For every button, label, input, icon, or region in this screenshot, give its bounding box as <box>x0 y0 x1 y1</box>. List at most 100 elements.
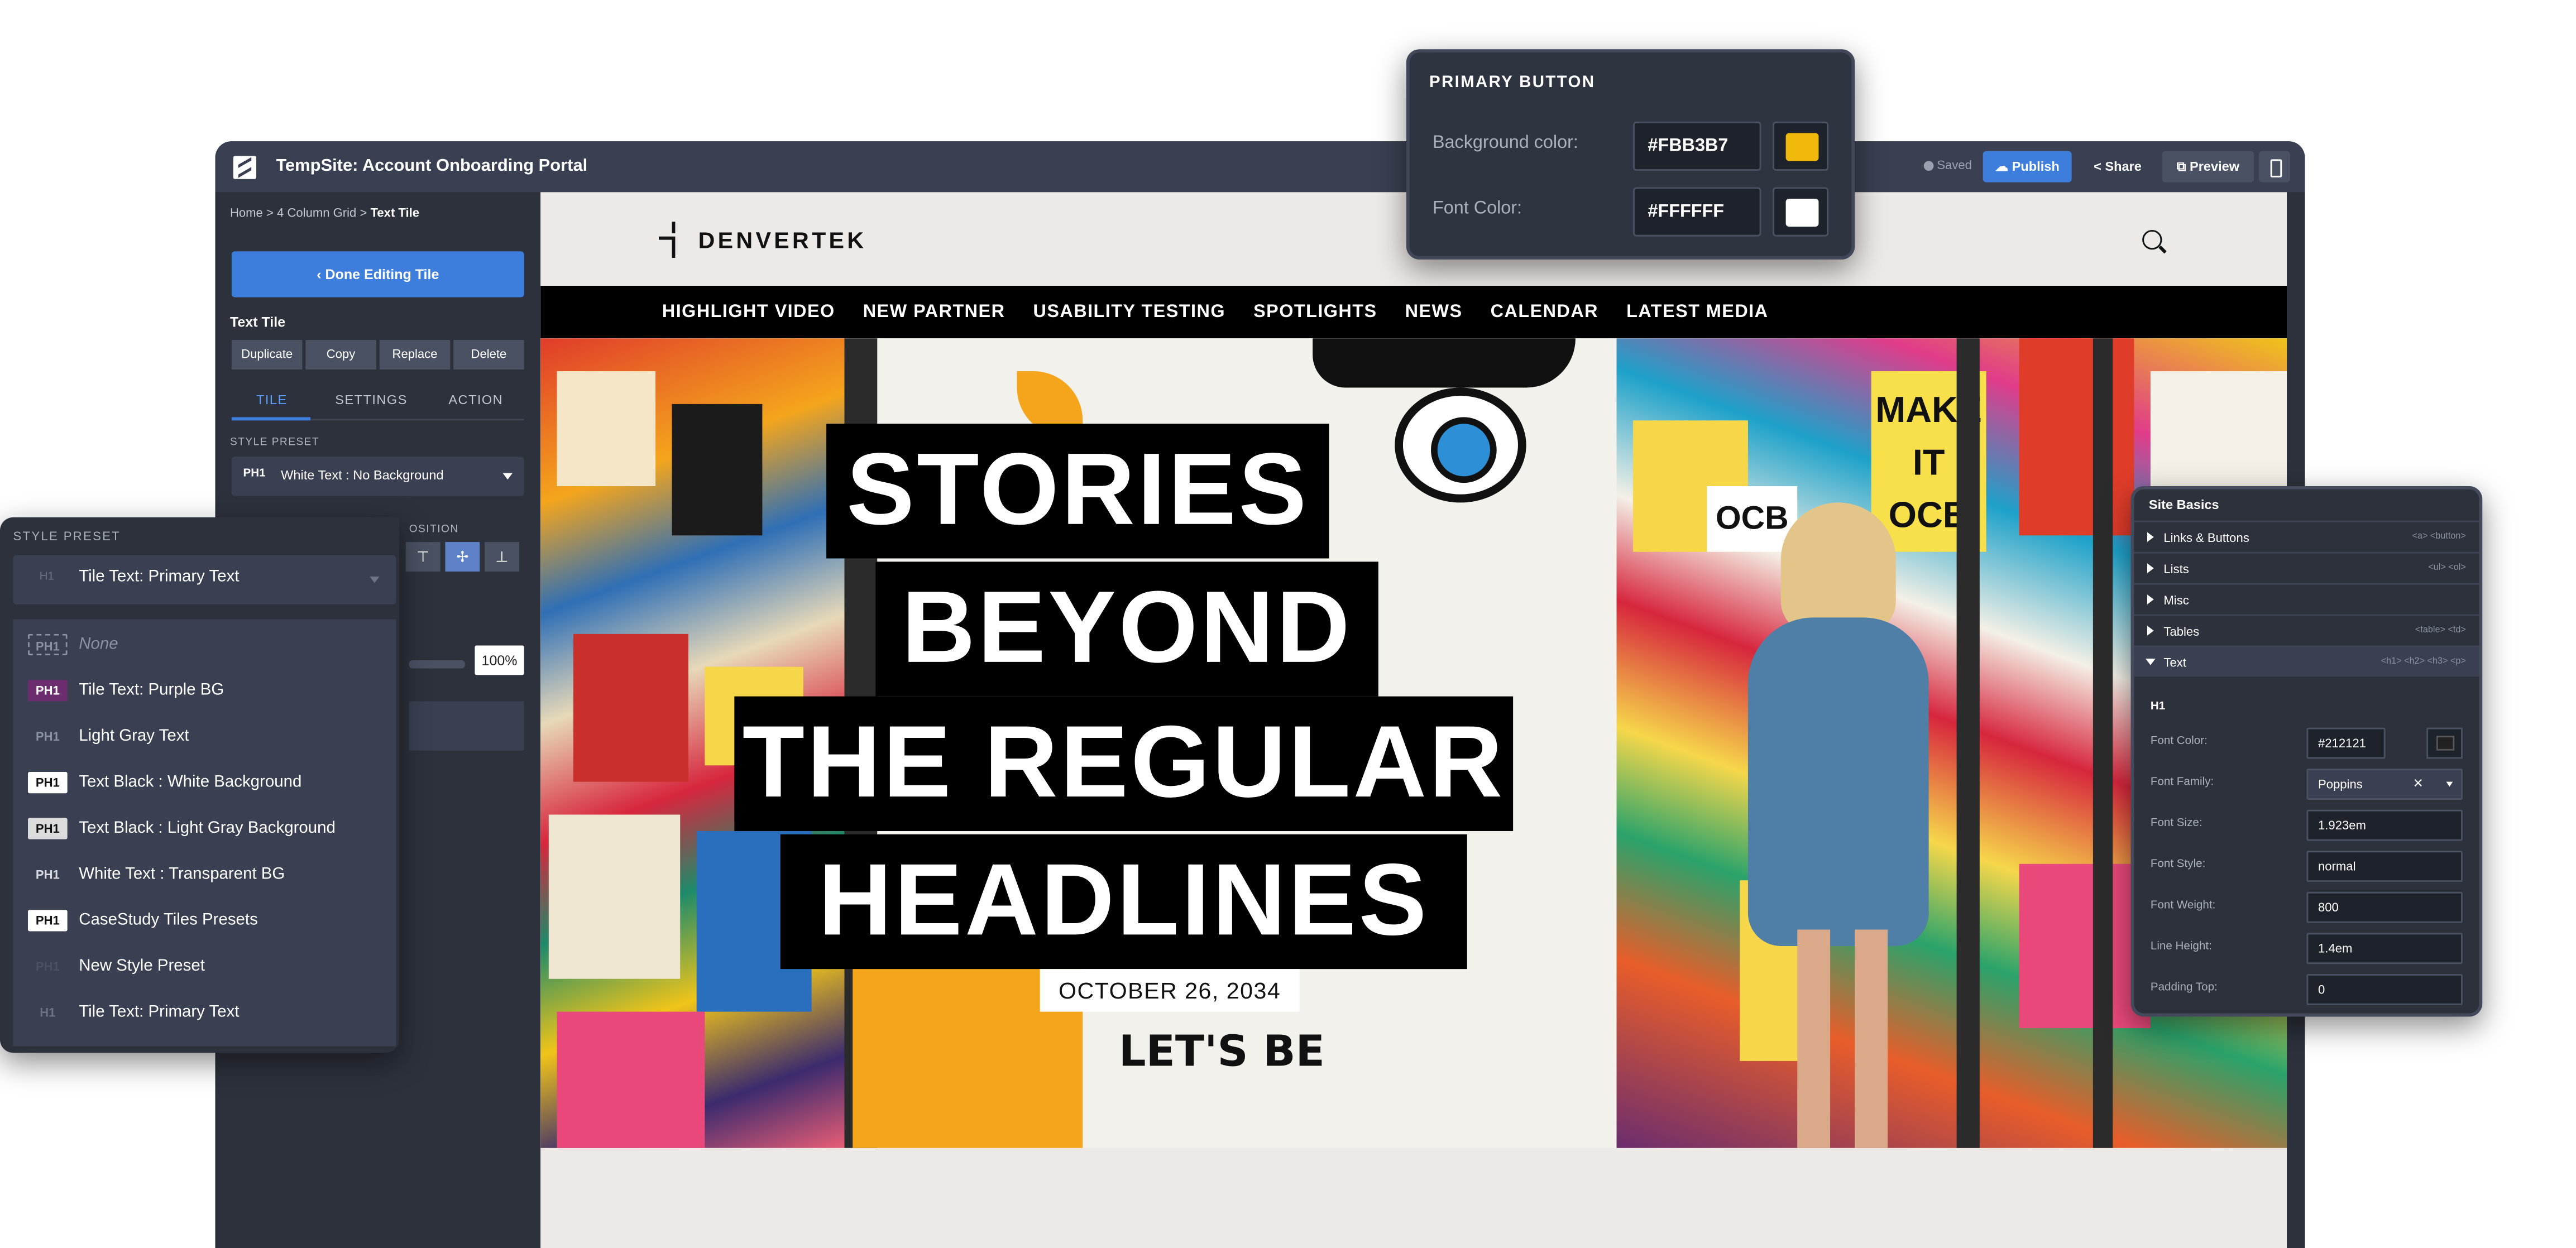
section-name: Tables <box>2163 624 2200 639</box>
padding-top-input[interactable]: 0 <box>2306 973 2463 1005</box>
bg-color-swatch[interactable] <box>1773 121 1829 171</box>
caret-right-icon <box>2147 594 2154 604</box>
section-row[interactable]: Links & Buttons <a> <button> <box>2134 520 2479 552</box>
preset-option-label: None <box>79 635 118 654</box>
sidebar-tabs: TILE SETTINGS ACTION <box>231 381 524 421</box>
breadcrumb-home[interactable]: Home <box>230 205 263 220</box>
delete-button[interactable]: Delete <box>453 340 524 370</box>
font-style-input[interactable]: normal <box>2306 851 2463 882</box>
align-bottom-icon[interactable]: ⊥ <box>485 542 519 572</box>
poster <box>2019 338 2134 536</box>
width-input[interactable]: 100% <box>475 645 524 675</box>
tab-action[interactable]: ACTION <box>448 392 503 407</box>
width-slider[interactable] <box>409 660 465 669</box>
section-row[interactable]: Lists <ul> <ol> <box>2134 551 2479 583</box>
section-row[interactable]: Misc <box>2134 583 2479 615</box>
panel-title: PRIMARY BUTTON <box>1429 74 1596 92</box>
poster <box>557 371 656 487</box>
font-family-select[interactable]: Poppins × <box>2306 769 2463 800</box>
person-leg <box>1797 929 1831 1148</box>
style-preset-select[interactable]: PH1 White Text : No Background <box>231 457 524 496</box>
align-top-icon[interactable]: ⊤ <box>405 542 440 572</box>
replace-button[interactable]: Replace <box>379 340 451 370</box>
line-height-input[interactable]: 1.4em <box>2306 933 2463 964</box>
preset-option[interactable]: PH1 White Text : Transparent BG <box>13 852 396 898</box>
site-preview: DENVERTEK HIGHLIGHT VIDEO NEW PARTNER US… <box>540 192 2287 1248</box>
nav-news[interactable]: NEWS <box>1405 286 1463 338</box>
font-size-label: Font Size: <box>2150 818 2202 830</box>
align-middle-icon[interactable]: ✢ <box>445 542 480 572</box>
nav-latest-media[interactable]: LATEST MEDIA <box>1626 286 1768 338</box>
app-logo-icon <box>233 156 257 179</box>
preset-option[interactable]: H1 Tile Text: Primary Text <box>13 990 396 1036</box>
style-preset-select[interactable]: H1 Tile Text: Primary Text <box>13 555 396 604</box>
nav-new-partner[interactable]: NEW PARTNER <box>863 286 1005 338</box>
clear-icon[interactable]: × <box>2414 770 2423 798</box>
saved-status: Saved <box>1923 157 1972 172</box>
preset-badge: PH1 <box>28 633 68 656</box>
preset-option[interactable]: PH1 Text Black : Light Gray Background <box>13 807 396 852</box>
mural-text: LET'S BE <box>1118 1028 1325 1078</box>
font-weight-input[interactable]: 800 <box>2306 891 2463 923</box>
preset-option[interactable]: PH1 Text Black : White Background <box>13 760 396 806</box>
pole <box>2093 338 2113 1148</box>
bg-color-input[interactable]: #FBB3B7 <box>1632 121 1761 171</box>
preset-option[interactable]: PH1 Light Gray Text <box>13 714 396 760</box>
section-tags: <a> <button> <box>2412 532 2466 543</box>
preset-option[interactable]: PH1 CaseStudy Tiles Presets <box>13 899 396 944</box>
tile-title: Text Tile <box>229 314 286 330</box>
font-color-swatch[interactable] <box>2426 727 2463 759</box>
nav-spotlights[interactable]: SPOTLIGHTS <box>1253 286 1377 338</box>
publish-label: Publish <box>2012 159 2060 174</box>
mobile-view-icon[interactable] <box>2259 151 2290 183</box>
nav-highlight-video[interactable]: HIGHLIGHT VIDEO <box>662 286 835 338</box>
preset-option[interactable]: PH1 None <box>13 622 396 668</box>
preview-button[interactable]: ⧉ Preview <box>2162 151 2254 183</box>
preset-badge: PH1 <box>243 468 266 480</box>
section-tags: <ul> <ol> <box>2428 563 2466 573</box>
font-color-label: Font Color: <box>2150 736 2208 747</box>
headline-line-3: THE REGULAR <box>734 696 1514 831</box>
font-color-swatch[interactable] <box>1773 187 1829 237</box>
duplicate-button[interactable]: Duplicate <box>231 340 303 370</box>
preset-option[interactable]: PH1 Tile Text: Purple BG <box>13 669 396 714</box>
preset-badge: H1 <box>40 1005 56 1020</box>
tab-settings[interactable]: SETTINGS <box>335 392 408 407</box>
font-size-input[interactable]: 1.923em <box>2306 809 2463 841</box>
share-label: Share <box>2105 159 2142 174</box>
font-family-label: Font Family: <box>2150 776 2214 789</box>
search-icon[interactable] <box>2142 229 2162 250</box>
swatch-fill <box>2436 736 2455 751</box>
copy-button[interactable]: Copy <box>305 340 376 370</box>
publish-button[interactable]: ☁ Publish <box>1983 151 2072 183</box>
nav-usability-testing[interactable]: USABILITY TESTING <box>1033 286 1225 338</box>
position-label: OSITION <box>409 524 459 536</box>
preset-option-label: Tile Text: Primary Text <box>79 1003 240 1022</box>
tab-tile[interactable]: TILE <box>256 392 288 407</box>
preview-label: Preview <box>2190 159 2240 174</box>
h1-label: H1 <box>2150 701 2166 713</box>
done-editing-button[interactable]: ‹ Done Editing Tile <box>231 251 524 297</box>
active-tab-indicator <box>231 417 311 421</box>
section-row[interactable]: Tables <table> <td> <box>2134 614 2479 646</box>
preset-options-list: PH1 None PH1 Tile Text: Purple BG PH1 Light G… <box>13 619 396 1047</box>
bg-color-label: Background color: <box>1432 133 1578 153</box>
headline-line-4: HEADLINES <box>780 834 1467 969</box>
style-preset-dropdown: STYLE PRESET H1 Tile Text: Primary Text … <box>0 517 400 1053</box>
brand-name: DENVERTEK <box>698 227 867 253</box>
section-tags: <h1> <h2> <h3> <p> <box>2381 657 2466 667</box>
font-color-input[interactable]: #212121 <box>2306 727 2386 759</box>
nav-calendar[interactable]: CALENDAR <box>1491 286 1598 338</box>
breadcrumb-grid[interactable]: 4 Column Grid <box>277 205 356 220</box>
title-bar: TempSite: Account Onboarding Portal Save… <box>215 141 2305 193</box>
preset-badge: PH1 <box>28 680 68 702</box>
caret-right-icon <box>2147 532 2154 543</box>
share-button[interactable]: < Share <box>2085 151 2151 183</box>
font-color-input[interactable]: #FFFFFF <box>1632 187 1761 237</box>
saved-dot-icon <box>1923 161 1934 171</box>
preset-option[interactable]: PH1 New Style Preset <box>13 944 396 990</box>
denvertek-logo-icon <box>658 222 688 258</box>
preset-option-label: Tile Text: Purple BG <box>79 681 224 700</box>
section-row[interactable]: Text <h1> <h2> <h3> <p> <box>2134 645 2479 677</box>
section-name: Text <box>2163 655 2186 670</box>
